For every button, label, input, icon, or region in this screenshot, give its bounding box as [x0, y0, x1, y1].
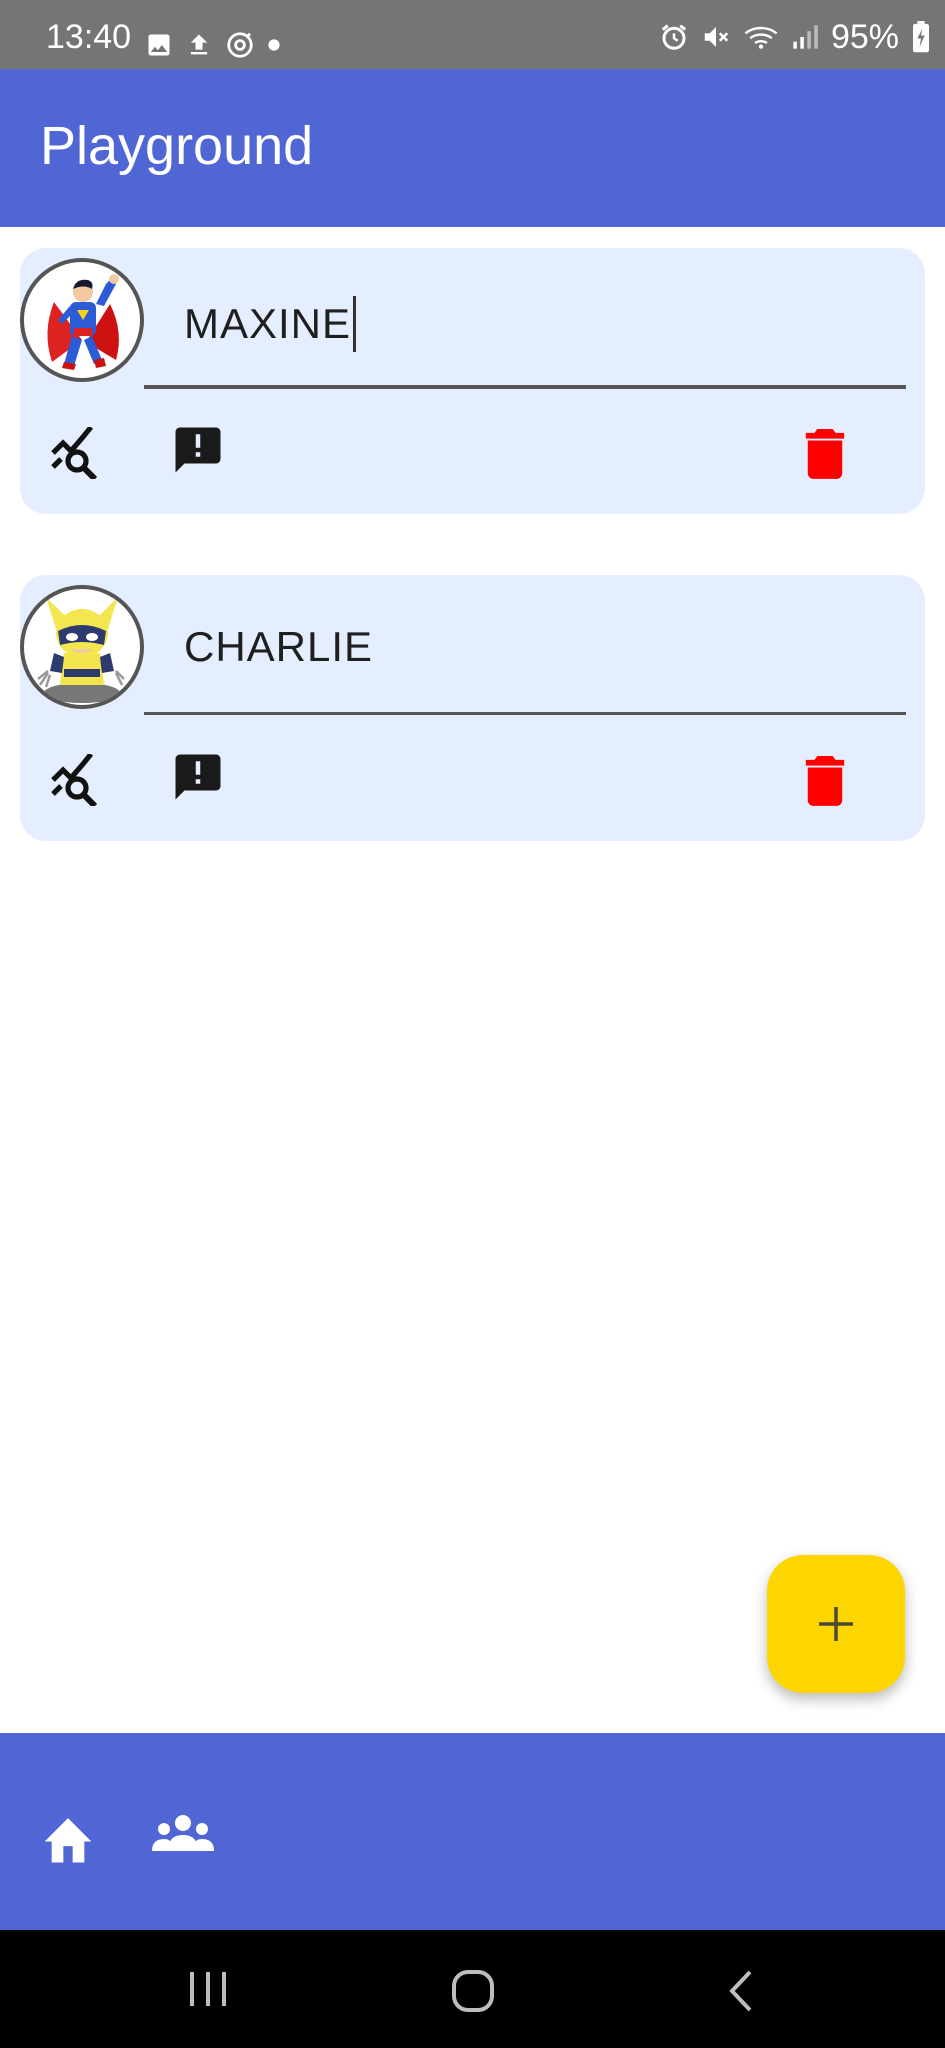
report-button[interactable]	[168, 420, 228, 480]
report-icon	[175, 427, 221, 473]
status-time: 13:40	[46, 18, 132, 56]
alarm-icon	[661, 24, 687, 50]
nav-home-button[interactable]	[40, 1813, 100, 1873]
analytics-button[interactable]	[50, 750, 110, 810]
page-title: Playground	[40, 116, 314, 176]
player-avatar[interactable]	[20, 585, 144, 709]
battery-charging-icon	[913, 21, 929, 53]
input-underline	[144, 385, 906, 389]
home-circle-icon	[452, 1970, 494, 2012]
player-card: CHARLIE	[20, 575, 925, 841]
wifi-icon	[744, 26, 778, 49]
delete-icon	[805, 756, 845, 806]
bottom-navigation	[0, 1733, 945, 1930]
app-bar: Playground	[0, 69, 945, 227]
text-cursor	[353, 296, 357, 352]
status-left-icons	[145, 29, 281, 61]
analytics-button[interactable]	[50, 423, 110, 483]
delete-button[interactable]	[795, 423, 855, 483]
recents-icon	[190, 1972, 226, 2006]
player-name-input[interactable]: MAXINE	[144, 278, 906, 358]
image-icon	[148, 34, 170, 56]
analytics-search-icon	[51, 754, 98, 806]
signal-icon	[793, 25, 818, 49]
report-icon	[175, 754, 221, 800]
sync-icon	[227, 32, 253, 58]
report-button[interactable]	[168, 747, 228, 807]
player-name-input[interactable]: CHARLIE	[144, 605, 906, 685]
back-icon	[729, 1970, 752, 2012]
nav-groups-button[interactable]	[152, 1813, 222, 1873]
battery-percentage: 95%	[830, 18, 899, 56]
status-bar: 13:40 95%	[0, 0, 945, 69]
system-home-button[interactable]	[450, 1968, 496, 2019]
delete-button[interactable]	[795, 750, 855, 810]
input-underline	[144, 712, 906, 715]
mute-icon	[704, 27, 729, 47]
recents-button[interactable]	[180, 1968, 236, 2015]
delete-icon	[805, 429, 845, 479]
upload-icon	[190, 34, 208, 55]
superman-avatar	[47, 274, 119, 370]
add-icon	[819, 1607, 853, 1641]
system-navigation-bar	[0, 1930, 945, 2048]
player-avatar[interactable]	[20, 258, 144, 382]
add-player-button[interactable]	[767, 1555, 905, 1693]
dot-icon	[268, 39, 280, 51]
player-name-value: CHARLIE	[184, 623, 374, 670]
groups-icon	[152, 1815, 214, 1851]
player-name-value: MAXINE	[184, 296, 357, 352]
status-right-icons: 95%	[659, 18, 931, 56]
home-icon	[44, 1818, 92, 1863]
analytics-search-icon	[51, 427, 98, 479]
player-card: MAXINE	[20, 248, 925, 514]
wolverine-avatar	[37, 597, 125, 703]
back-button[interactable]	[720, 1968, 760, 2019]
